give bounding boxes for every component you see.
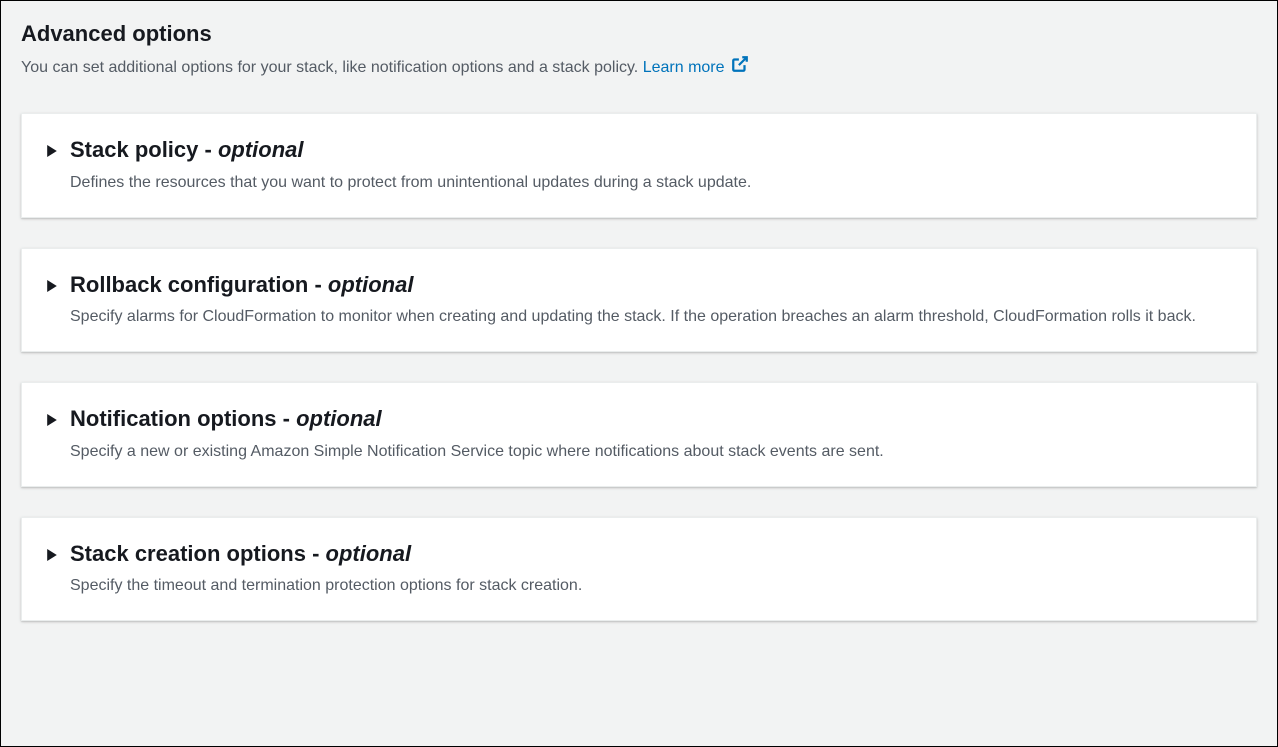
panel-description: Specify a new or existing Amazon Simple … [70, 440, 1232, 464]
panel-header-stack-creation-options[interactable]: Stack creation options - optional Specif… [46, 540, 1232, 599]
panel-description: Specify the timeout and termination prot… [70, 574, 1232, 598]
panel-title: Stack policy - optional [70, 136, 1232, 165]
page-subtitle: You can set additional options for your … [21, 55, 1257, 81]
page-title: Advanced options [21, 21, 1257, 47]
panel-stack-creation-options: Stack creation options - optional Specif… [21, 517, 1257, 622]
chevron-right-icon [46, 279, 58, 297]
advanced-options-container: Advanced options You can set additional … [0, 0, 1278, 747]
panel-header-rollback-configuration[interactable]: Rollback configuration - optional Specif… [46, 271, 1232, 330]
chevron-right-icon [46, 144, 58, 162]
learn-more-link[interactable]: Learn more [643, 59, 749, 76]
panels-list: Stack policy - optional Defines the reso… [21, 113, 1257, 621]
panel-title: Stack creation options - optional [70, 540, 1232, 569]
panel-title: Rollback configuration - optional [70, 271, 1232, 300]
panel-notification-options: Notification options - optional Specify … [21, 382, 1257, 487]
panel-rollback-configuration: Rollback configuration - optional Specif… [21, 248, 1257, 353]
panel-header-stack-policy[interactable]: Stack policy - optional Defines the reso… [46, 136, 1232, 195]
chevron-right-icon [46, 413, 58, 431]
panel-description: Specify alarms for CloudFormation to mon… [70, 305, 1232, 329]
chevron-right-icon [46, 548, 58, 566]
external-link-icon [731, 55, 749, 81]
panel-stack-policy: Stack policy - optional Defines the reso… [21, 113, 1257, 218]
panel-header-notification-options[interactable]: Notification options - optional Specify … [46, 405, 1232, 464]
panel-title: Notification options - optional [70, 405, 1232, 434]
panel-description: Defines the resources that you want to p… [70, 171, 1232, 195]
